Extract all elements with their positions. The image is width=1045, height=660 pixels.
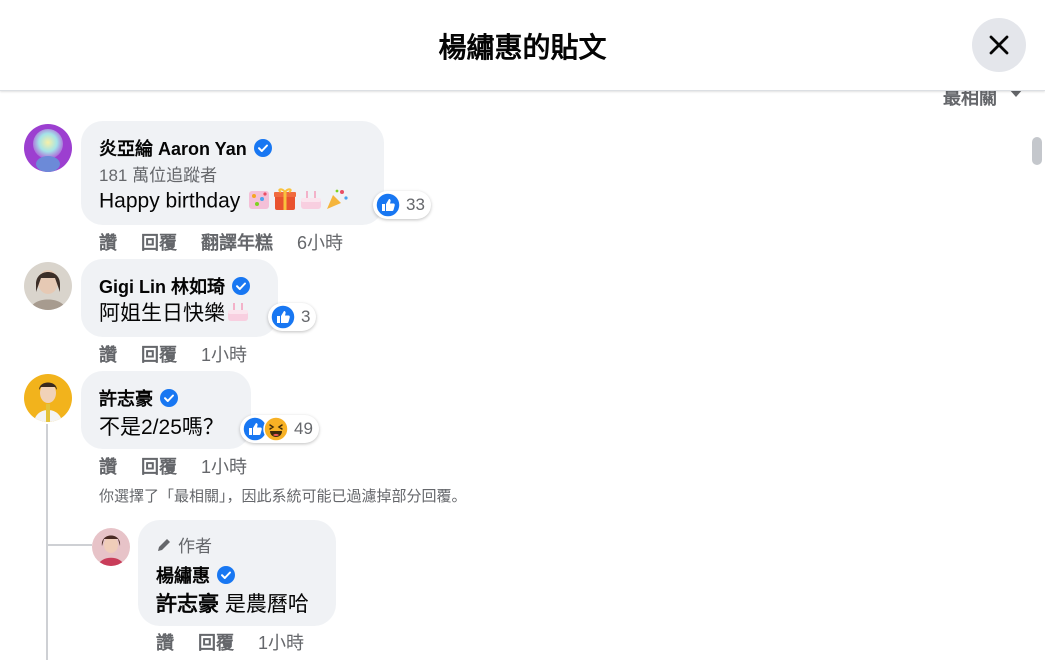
comment-text: Happy birthday — [99, 187, 350, 217]
comment-text: 不是2/25嗎？ — [99, 416, 224, 439]
reply-button[interactable]: 回覆 — [141, 453, 177, 479]
comment-text-content: 阿姐生日快樂 — [99, 302, 225, 325]
like-button[interactable]: 讚 — [99, 229, 117, 255]
like-button[interactable]: 讚 — [156, 629, 174, 655]
comment-actions: 讚 回覆 1小時 — [99, 341, 247, 367]
cake-emoji-icon — [225, 299, 251, 329]
reaction-count: 33 — [406, 195, 425, 214]
comment-actions: 讚 回覆 翻譯年糕 6小時 — [99, 229, 343, 255]
comment-actions: 讚 回覆 1小時 — [156, 629, 304, 655]
cake-emoji-icon — [298, 187, 324, 217]
haha-reaction-icon — [263, 416, 289, 442]
like-button[interactable]: 讚 — [99, 453, 117, 479]
reaction-count: 49 — [294, 419, 313, 438]
comment-author[interactable]: 炎亞綸 Aaron Yan — [99, 135, 272, 161]
timestamp[interactable]: 1小時 — [201, 341, 247, 367]
like-reaction-icon — [375, 192, 401, 218]
comment-text-content: 是農曆哈 — [224, 593, 309, 616]
close-icon — [989, 35, 1009, 55]
dialog-title: 楊繡惠的貼文 — [438, 32, 607, 63]
verified-badge-icon — [217, 566, 235, 584]
follower-count: 181 萬位追蹤者 — [99, 166, 218, 185]
comment-author[interactable]: Gigi Lin 林如琦 — [99, 273, 250, 299]
comment-bubble: 許志豪 不是2/25嗎？ — [81, 371, 251, 449]
reply-bubble: 作者 楊繡惠 許志豪 是農曆哈 — [138, 520, 336, 626]
comment-actions: 讚 回覆 1小時 — [99, 453, 247, 479]
reaction-summary[interactable]: 33 — [373, 191, 431, 219]
comment-text: 阿姐生日快樂 — [99, 297, 251, 329]
like-button[interactable]: 讚 — [99, 341, 117, 367]
avatar[interactable] — [24, 124, 72, 172]
party-popper-emoji-icon — [324, 187, 350, 217]
reply-connector — [46, 544, 92, 546]
author-badge: 作者 — [156, 532, 212, 557]
timestamp[interactable]: 1小時 — [201, 453, 247, 479]
author-name: 許志豪 — [99, 389, 153, 409]
reply-thread-line — [46, 424, 48, 660]
reply-button[interactable]: 回覆 — [198, 629, 234, 655]
comment-text-content: Happy birthday — [99, 189, 241, 213]
author-name: 楊繡惠 — [156, 566, 210, 586]
comment-author[interactable]: 許志豪 — [99, 385, 178, 411]
avatar[interactable] — [24, 374, 72, 422]
timestamp[interactable]: 1小時 — [258, 629, 304, 655]
mention-link[interactable]: 許志豪 — [156, 593, 219, 616]
reaction-summary[interactable]: 49 — [240, 415, 319, 443]
reaction-summary[interactable]: 3 — [268, 303, 317, 331]
comment-bubble: 炎亞綸 Aaron Yan 181 萬位追蹤者 Happy birthday — [81, 121, 384, 225]
confetti-emoji-icon — [246, 187, 272, 217]
verified-badge-icon — [160, 389, 178, 407]
avatar[interactable] — [24, 262, 72, 310]
comment-bubble: Gigi Lin 林如琦 阿姐生日快樂 — [81, 259, 278, 337]
avatar[interactable] — [92, 528, 130, 566]
like-reaction-icon — [270, 304, 296, 330]
dialog-header: 楊繡惠的貼文 — [0, 0, 1045, 91]
verified-badge-icon — [232, 277, 250, 295]
gift-emoji-icon — [272, 187, 298, 217]
pencil-icon — [158, 538, 170, 551]
author-badge-label: 作者 — [178, 537, 212, 556]
timestamp[interactable]: 6小時 — [297, 229, 343, 255]
filter-notice: 你選擇了「最相關」，因此系統可能已過濾掉部分回覆。 — [99, 488, 467, 505]
reply-button[interactable]: 回覆 — [141, 341, 177, 367]
author-name: 炎亞綸 Aaron Yan — [99, 139, 247, 159]
translate-button[interactable]: 翻譯年糕 — [201, 229, 273, 255]
scrollbar-thumb[interactable] — [1032, 137, 1042, 165]
reaction-count: 3 — [301, 307, 311, 326]
reply-button[interactable]: 回覆 — [141, 229, 177, 255]
close-button[interactable] — [972, 18, 1026, 72]
author-name: Gigi Lin 林如琦 — [99, 277, 225, 297]
comment-author[interactable]: 楊繡惠 — [156, 562, 235, 588]
comment-text: 許志豪 是農曆哈 — [156, 588, 309, 618]
verified-badge-icon — [253, 139, 272, 157]
